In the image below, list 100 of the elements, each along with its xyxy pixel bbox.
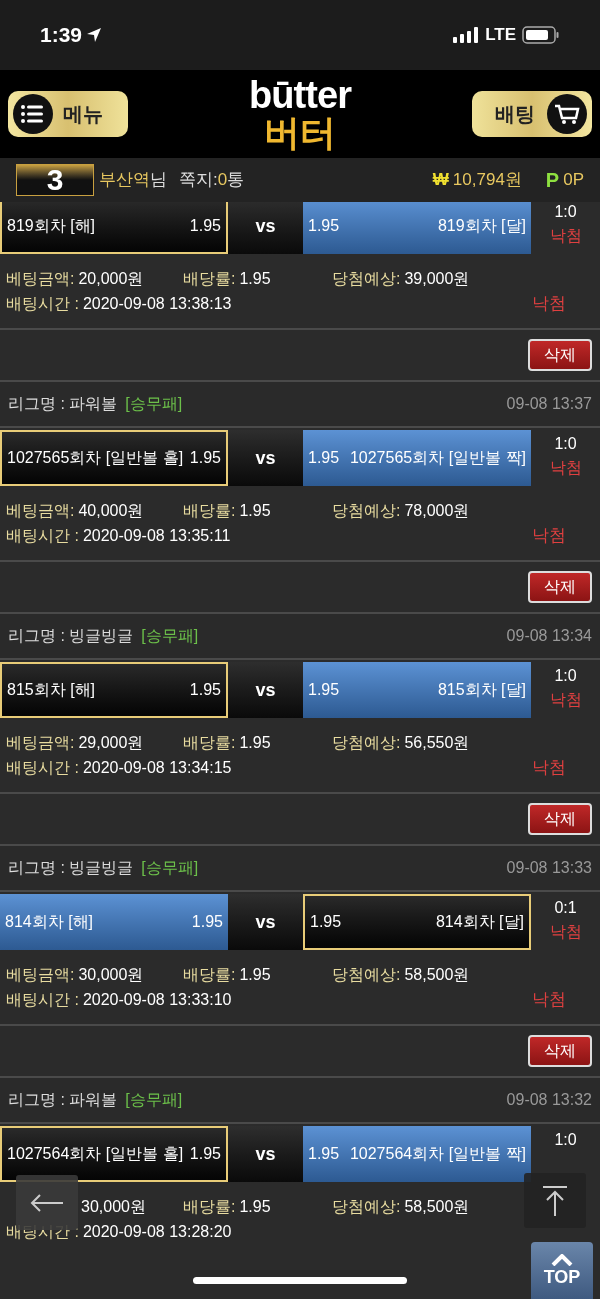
bet-result: 낙첨 (532, 293, 566, 315)
score-result: 낙첨 (549, 690, 582, 710)
option-label: 815회차 [달] (437, 680, 526, 700)
bet-result: 낙첨 (532, 989, 566, 1011)
detail-value: 39,000원 (404, 269, 470, 289)
odds-option[interactable]: 1.95 819회차 [달] (303, 202, 531, 254)
detail-value: 1.95 (239, 965, 271, 985)
detail-value: 1.95 (239, 1197, 271, 1217)
user-name: 부산역 (99, 169, 150, 192)
detail-label: 당첨예상: (332, 269, 401, 289)
detail-value: 58,500원 (404, 1197, 470, 1217)
market-tag: [승무패] (141, 856, 199, 880)
game-date: 09-08 13:37 (506, 394, 592, 414)
menu-button[interactable]: 메뉴 (8, 91, 128, 137)
bet-time: 2020-09-08 13:34:15 (82, 758, 232, 778)
detail-value: 78,000원 (404, 501, 470, 521)
bet-result: 낙첨 (532, 757, 566, 779)
option-odds: 1.95 (310, 912, 342, 932)
detail-label: 배팅시간 : (6, 294, 79, 314)
option-odds: 1.95 (308, 680, 340, 700)
option-label: 814회차 [달] (435, 912, 524, 932)
match-score: 0:1 (554, 898, 577, 918)
detail-label: 배팅시간 : (6, 526, 79, 546)
delete-button[interactable]: 삭제 (528, 571, 592, 603)
league-name: 리그명 : 빙글빙글 (8, 858, 134, 878)
versus-label: vs (255, 678, 276, 702)
menu-icon (13, 94, 53, 134)
odds-option[interactable]: 819회차 [해] 1.95 (0, 202, 228, 254)
versus-label: vs (255, 214, 276, 238)
location-arrow-icon (86, 27, 103, 43)
messages-count: 쪽지:0통 (179, 169, 245, 192)
detail-label: 당첨예상: (332, 733, 401, 753)
option-label: 819회차 [해] (7, 216, 96, 236)
honorific: 님 (150, 169, 167, 192)
bet-time: 2020-09-08 13:33:10 (82, 990, 232, 1010)
points: 0P (563, 169, 584, 192)
detail-label: 배당률: (183, 501, 236, 521)
odds-option[interactable]: 1027564회차 [일반볼 홀] 1.95 (0, 1126, 228, 1182)
detail-label: 배당률: (183, 733, 236, 753)
option-odds: 1.95 (189, 216, 221, 236)
chevron-up-icon (551, 1253, 573, 1266)
match-score: 1:0 (554, 202, 577, 222)
versus-label: vs (255, 1142, 276, 1166)
detail-value: 1.95 (239, 733, 271, 753)
score-result: 낙첨 (549, 922, 582, 942)
won-icon: ₩ (432, 167, 449, 193)
odds-option[interactable]: 1.95 815회차 [달] (303, 662, 531, 718)
detail-value: 29,000원 (78, 733, 144, 753)
bet-button[interactable]: 배팅 (472, 91, 592, 137)
delete-button[interactable]: 삭제 (528, 339, 592, 371)
detail-value: 58,500원 (404, 965, 470, 985)
level-badge: 3 (16, 164, 94, 196)
detail-value: 1.95 (239, 501, 271, 521)
option-label: 814회차 [해] (5, 912, 94, 932)
option-odds: 1.95 (308, 216, 340, 236)
game-date: 09-08 13:33 (506, 858, 592, 878)
option-label: 1027565회차 [일반볼 짝] (349, 448, 526, 468)
market-tag: [승무패] (125, 1088, 183, 1112)
detail-label: 배팅시간 : (6, 990, 79, 1010)
score-result: 낙첨 (549, 226, 582, 246)
back-arrow-icon (29, 1192, 65, 1213)
odds-option[interactable]: 1.95 814회차 [달] (303, 894, 531, 950)
detail-label: 베팅금액: (6, 269, 75, 289)
logo-wordmark: būtter (249, 76, 351, 114)
detail-label: 배팅시간 : (6, 758, 79, 778)
game-date: 09-08 13:34 (506, 626, 592, 646)
match-score: 1:0 (554, 666, 577, 686)
option-odds: 1.95 (191, 912, 223, 932)
bet-time: 2020-09-08 13:28:20 (82, 1222, 232, 1242)
bet-time: 2020-09-08 13:35:11 (82, 526, 231, 546)
network-label: LTE (485, 24, 516, 47)
delete-button[interactable]: 삭제 (528, 803, 592, 835)
scroll-up-button[interactable] (524, 1173, 586, 1228)
match-score: 1:0 (554, 1130, 577, 1150)
detail-label: 베팅금액: (6, 733, 75, 753)
detail-label: 당첨예상: (332, 501, 401, 521)
delete-button[interactable]: 삭제 (528, 1035, 592, 1067)
bet-result: 낙첨 (532, 525, 566, 547)
detail-value: 56,550원 (404, 733, 470, 753)
upload-arrow-icon (542, 1184, 568, 1217)
option-label: 1027564회차 [일반볼 짝] (349, 1144, 526, 1164)
versus-label: vs (255, 910, 276, 934)
option-odds: 1.95 (189, 1144, 221, 1164)
option-label: 1027564회차 [일반볼 홀] (7, 1144, 184, 1164)
top-button[interactable]: TOP (531, 1242, 593, 1299)
odds-option[interactable]: 814회차 [해] 1.95 (0, 894, 228, 950)
odds-option[interactable]: 815회차 [해] 1.95 (0, 662, 228, 718)
detail-value: 30,000원 (81, 1197, 146, 1217)
market-tag: [승무패] (125, 392, 183, 416)
odds-option[interactable]: 1.95 1027564회차 [일반볼 짝] (303, 1126, 531, 1182)
odds-option[interactable]: 1.95 1027565회차 [일반볼 짝] (303, 430, 531, 486)
points-icon: P (545, 165, 560, 195)
option-odds: 1.95 (189, 448, 221, 468)
versus-label: vs (255, 446, 276, 470)
score-result: 낙첨 (549, 458, 582, 478)
detail-label: 베팅금액: (6, 965, 75, 985)
detail-label: 베팅금액: (6, 501, 75, 521)
odds-option[interactable]: 1027565회차 [일반볼 홀] 1.95 (0, 430, 228, 486)
detail-label: 배팅시간 : (6, 1222, 79, 1242)
detail-value: 30,000원 (78, 965, 144, 985)
